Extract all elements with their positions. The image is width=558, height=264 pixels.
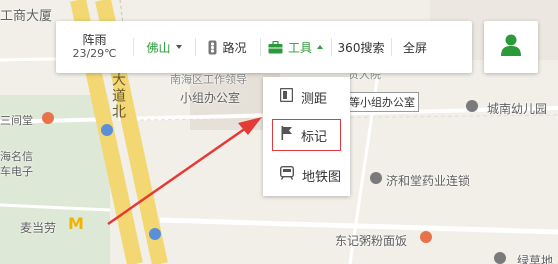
traffic-button[interactable]: 路况 bbox=[195, 21, 260, 73]
road-label: 大道北 bbox=[110, 72, 126, 120]
poi-label[interactable]: 麦当劳 bbox=[20, 219, 56, 236]
poi-label[interactable]: 南海区工作领导 bbox=[170, 71, 247, 87]
poi-label[interactable]: 小组办公室 bbox=[180, 89, 240, 106]
svg-text:M: M bbox=[68, 214, 84, 233]
search360-label: 360搜索 bbox=[337, 40, 385, 55]
mark-item[interactable]: 标记 bbox=[272, 119, 341, 151]
subway-map-label: 地铁图 bbox=[302, 169, 342, 185]
city-label: 佛山 bbox=[146, 40, 171, 55]
user-button[interactable] bbox=[484, 21, 538, 73]
traffic-label: 路况 bbox=[222, 40, 247, 55]
flag-icon bbox=[281, 126, 293, 144]
poi-label[interactable]: 车电子 bbox=[0, 163, 33, 179]
poi-label[interactable]: 东记粥粉面饭 bbox=[335, 232, 407, 249]
fullscreen-label: 全屏 bbox=[402, 40, 427, 55]
weather-widget[interactable]: 阵雨 23/29℃ bbox=[56, 21, 133, 73]
tools-label: 工具 bbox=[287, 40, 312, 55]
poi-label[interactable]: 三间堂 bbox=[0, 112, 33, 128]
poi-label[interactable]: 济和堂药业连锁 bbox=[386, 172, 470, 189]
measure-distance-item[interactable]: 测距 bbox=[263, 79, 350, 115]
poi-label[interactable]: 城南幼儿园 bbox=[487, 100, 547, 117]
traffic-light-icon bbox=[208, 40, 217, 55]
poi-label[interactable]: 绿草地 bbox=[517, 252, 553, 264]
subway-icon bbox=[279, 165, 295, 184]
weather-condition: 阵雨 bbox=[82, 33, 107, 47]
poi-label[interactable]: 工商大厦 bbox=[0, 5, 52, 24]
tools-button[interactable]: 工具 bbox=[260, 21, 331, 73]
subway-map-item[interactable]: 地铁图 bbox=[263, 157, 350, 193]
measure-distance-label: 测距 bbox=[301, 91, 328, 107]
poi-label[interactable]: 海名信 bbox=[0, 148, 33, 164]
weather-temperature: 23/29℃ bbox=[72, 47, 117, 60]
map-toolbar: 阵雨 23/29℃ 佛山 路况 工具 360搜索 全屏 bbox=[56, 21, 472, 73]
search360-button[interactable]: 360搜索 bbox=[331, 21, 391, 73]
mark-label: 标记 bbox=[301, 129, 328, 145]
user-icon bbox=[501, 34, 521, 60]
chevron-up-icon bbox=[317, 45, 323, 49]
chevron-down-icon bbox=[175, 45, 182, 49]
selected-poi-tag[interactable]: 等小组办公室 bbox=[345, 92, 419, 112]
ruler-icon bbox=[279, 87, 294, 106]
tools-dropdown: 测距 标记 地铁图 bbox=[263, 77, 350, 196]
toolbox-icon bbox=[268, 40, 283, 54]
fullscreen-button[interactable]: 全屏 bbox=[391, 21, 439, 73]
city-selector[interactable]: 佛山 bbox=[133, 21, 195, 73]
